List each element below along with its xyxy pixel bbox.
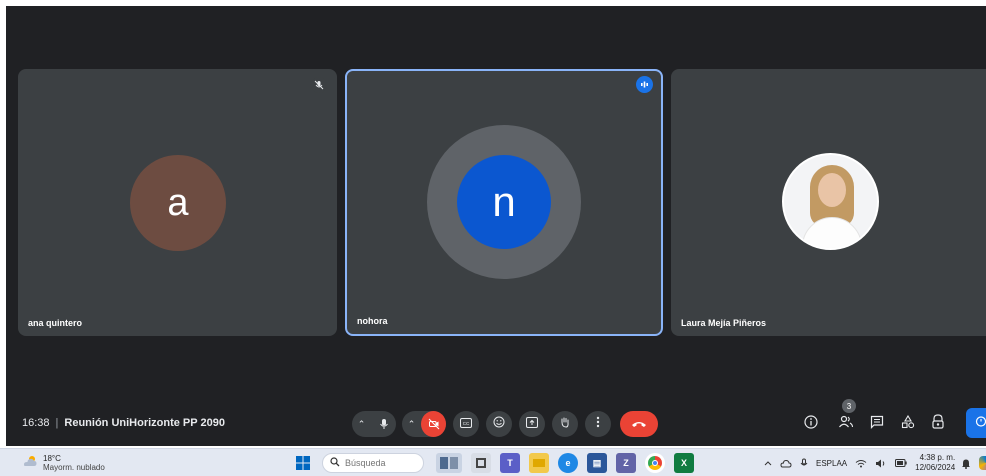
info-button[interactable]	[800, 413, 822, 435]
captions-button[interactable]: CC	[453, 411, 479, 437]
app-icon[interactable]: Z	[616, 453, 636, 473]
widgets-icon[interactable]	[436, 453, 462, 473]
participant-name: nohora	[357, 316, 388, 326]
timer-icon	[975, 414, 986, 432]
emoji-icon	[493, 415, 505, 433]
svg-text:CC: CC	[463, 421, 470, 426]
mic-off-icon	[311, 77, 327, 93]
search-input[interactable]	[345, 458, 415, 468]
windows-taskbar: 18°C Mayorm. nublado T e ▤ Z X ESP LAA	[0, 448, 986, 476]
language-indicator[interactable]: ESP LAA	[816, 459, 847, 468]
people-count-badge: 3	[842, 399, 856, 413]
task-view-icon[interactable]	[471, 453, 491, 473]
participant-tile-nohora[interactable]: n nohora	[345, 69, 663, 336]
system-tray: ESP LAA 4:38 p. m. 12/06/2024	[764, 452, 986, 474]
info-icon	[804, 414, 818, 434]
participant-name: ana quintero	[28, 318, 83, 328]
clock-date: 12/06/2024	[915, 463, 956, 472]
chevron-up-icon[interactable]	[764, 460, 772, 466]
end-call-icon	[631, 415, 647, 433]
chat-button[interactable]	[866, 413, 888, 435]
host-controls-icon	[931, 414, 945, 434]
meeting-time: 16:38	[22, 417, 50, 429]
avatar: n	[457, 155, 551, 249]
clock-time: 4:38 p. m.	[919, 453, 956, 462]
end-call-button[interactable]	[620, 411, 658, 437]
copilot-icon[interactable]	[979, 456, 986, 470]
mic-icon[interactable]	[371, 411, 396, 437]
taskbar-apps: T e ▤ Z X	[293, 453, 703, 473]
taskbar-search[interactable]	[322, 453, 424, 473]
file-explorer-icon[interactable]	[529, 453, 549, 473]
people-icon	[838, 415, 854, 434]
system-clock[interactable]: 4:38 p. m. 12/06/2024	[915, 453, 955, 473]
wifi-icon[interactable]	[855, 459, 867, 468]
weather-condition: Mayorm. nublado	[43, 463, 105, 472]
emoji-button[interactable]	[486, 411, 512, 437]
meeting-title: Reunión UniHorizonte PP 2090	[64, 417, 225, 429]
microphone-tray-icon[interactable]	[800, 458, 808, 469]
avatar-photo	[782, 153, 879, 250]
raise-hand-button[interactable]	[552, 411, 578, 437]
language-line2: LAA	[832, 458, 848, 468]
notification-bell-icon[interactable]	[961, 458, 971, 469]
cloud-sun-icon	[22, 454, 38, 472]
more-options-button[interactable]	[585, 411, 611, 437]
chrome-icon[interactable]	[645, 453, 665, 473]
meeting-info: 16:38 | Reunión UniHorizonte PP 2090	[22, 417, 225, 429]
camera-options-chevron-icon[interactable]: ⌃	[402, 419, 421, 430]
call-controls-bar: 16:38 | Reunión UniHorizonte PP 2090 ⌃ ⌃ C…	[6, 398, 986, 446]
chat-icon	[870, 415, 884, 434]
windows-start-icon[interactable]	[293, 453, 313, 473]
mic-options-chevron-icon[interactable]: ⌃	[352, 419, 371, 430]
more-options-icon	[596, 415, 600, 433]
search-icon	[330, 454, 340, 472]
people-button[interactable]	[835, 413, 857, 435]
captions-icon: CC	[460, 415, 472, 433]
edge-icon[interactable]: e	[558, 453, 578, 473]
excel-icon[interactable]: X	[674, 453, 694, 473]
present-button[interactable]	[519, 411, 545, 437]
volume-icon[interactable]	[875, 459, 887, 468]
activities-icon	[901, 414, 915, 434]
participant-tile-ana[interactable]: a ana quintero	[18, 69, 337, 336]
teams-icon[interactable]: T	[500, 453, 520, 473]
mic-control-group: ⌃	[352, 411, 396, 437]
language-line1: ESP	[816, 458, 833, 468]
present-icon	[526, 415, 538, 433]
meet-window: a ana quintero n nohora Laura Mejía Piñe…	[6, 6, 986, 446]
activities-button[interactable]	[897, 413, 919, 435]
speaking-icon	[636, 76, 653, 93]
participant-tile-laura[interactable]: Laura Mejía Piñeros	[671, 69, 986, 336]
cloud-sync-icon[interactable]	[780, 459, 792, 468]
camera-control-group: ⌃	[402, 411, 446, 437]
participant-name: Laura Mejía Piñeros	[681, 318, 767, 328]
separator: |	[55, 417, 59, 429]
avatar: a	[130, 155, 226, 251]
store-icon[interactable]: ▤	[587, 453, 607, 473]
weather-widget[interactable]: 18°C Mayorm. nublado	[22, 454, 105, 472]
battery-icon[interactable]	[895, 459, 907, 467]
camera-off-icon[interactable]	[421, 411, 446, 437]
weather-temp: 18°C	[43, 454, 61, 463]
host-controls-button[interactable]	[927, 413, 949, 435]
raise-hand-icon	[559, 415, 571, 433]
timer-button[interactable]	[966, 408, 986, 438]
